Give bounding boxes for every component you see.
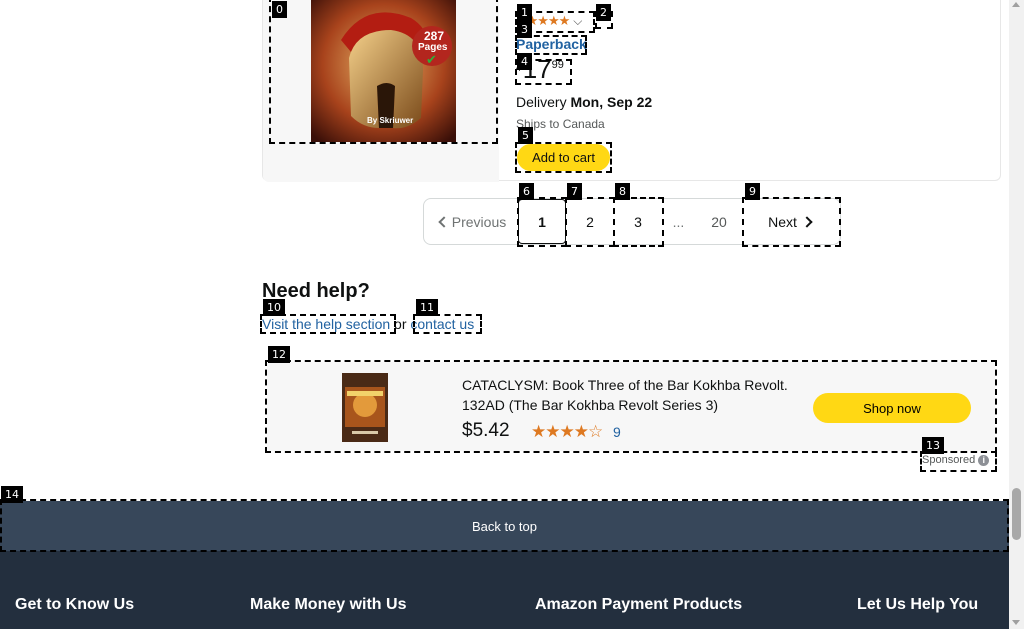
next-page-button[interactable]: Next bbox=[743, 199, 840, 244]
sponsored-ad[interactable]: CATACLYSM: Book Three of the Bar Kokhba … bbox=[267, 362, 995, 451]
checkmark-icon: ✔ bbox=[426, 52, 437, 67]
chevron-down-icon[interactable]: ⌵ bbox=[573, 14, 582, 29]
add-to-cart-button[interactable]: Add to cart bbox=[517, 144, 610, 171]
scroll-down-arrow-icon[interactable] bbox=[1012, 620, 1020, 625]
pagination: Previous 1 2 3 ... 20 Next bbox=[423, 198, 841, 245]
ad-star-rating-icon: ★★★★☆ bbox=[531, 422, 603, 441]
annotation-tag: 12 bbox=[268, 346, 290, 363]
footer-col-payment-products: Amazon Payment Products bbox=[535, 596, 743, 613]
format-link[interactable]: Paperback bbox=[516, 36, 587, 52]
sponsored-text: Sponsored bbox=[922, 454, 976, 466]
or-text: or bbox=[394, 316, 407, 332]
rating-widget[interactable]: ★★★★★ ⌵ bbox=[516, 13, 582, 29]
previous-page-button[interactable]: Previous bbox=[424, 199, 518, 244]
ad-book-cover[interactable] bbox=[342, 373, 388, 442]
previous-label: Previous bbox=[451, 213, 507, 230]
pages-badge-number: 287 bbox=[424, 29, 445, 43]
price-whole: 17 bbox=[522, 54, 552, 84]
delivery-info: Delivery Mon, Sep 22 bbox=[516, 94, 652, 110]
delivery-date: Mon, Sep 22 bbox=[570, 94, 653, 110]
pagination-ellipsis: ... bbox=[672, 213, 685, 230]
next-label: Next bbox=[768, 213, 797, 230]
ad-rating-count[interactable]: 9 bbox=[613, 424, 621, 440]
help-line: Visit the help section or contact us bbox=[262, 316, 474, 332]
info-icon: i bbox=[978, 454, 990, 466]
shop-now-button[interactable]: Shop now bbox=[813, 393, 971, 423]
cover-author: By Skriuwer bbox=[367, 116, 414, 125]
annotation-tag: 11 bbox=[416, 299, 438, 316]
page-1-button[interactable]: 1 bbox=[518, 199, 566, 244]
page-20-label: 20 bbox=[711, 213, 727, 230]
scroll-up-arrow-icon[interactable] bbox=[1012, 2, 1020, 7]
chevron-right-icon bbox=[801, 215, 813, 228]
footer-col-let-us-help: Let Us Help You bbox=[857, 596, 979, 613]
scrollbar-thumb[interactable] bbox=[1012, 488, 1021, 540]
price-symbol: $ bbox=[516, 59, 523, 73]
delivery-label: Delivery bbox=[516, 94, 567, 110]
ad-title[interactable]: CATACLYSM: Book Three of the Bar Kokhba … bbox=[462, 375, 802, 415]
need-help-heading: Need help? bbox=[262, 280, 370, 302]
product-image[interactable]: 287 Pages ✔ By Skriuwer bbox=[311, 0, 456, 142]
star-rating-icon: ★★★★★ bbox=[516, 13, 570, 28]
sponsored-label[interactable]: Sponsored i bbox=[922, 454, 990, 466]
page-3-button[interactable]: 3 bbox=[614, 199, 662, 244]
footer-col-get-to-know-us: Get to Know Us bbox=[15, 596, 135, 613]
page-2-button[interactable]: 2 bbox=[566, 199, 614, 244]
ad-price: $5.42 bbox=[462, 420, 510, 441]
back-to-top-button[interactable]: Back to top bbox=[0, 501, 1009, 551]
footer-col-make-money: Make Money with Us bbox=[250, 596, 407, 613]
price-fraction: 99 bbox=[551, 59, 564, 71]
ships-to-text: Ships to Canada bbox=[516, 117, 605, 131]
footer: Get to Know Us Make Money with Us Amazon… bbox=[0, 551, 1009, 629]
page-scrollbar[interactable] bbox=[1009, 0, 1024, 629]
contact-us-link[interactable]: contact us bbox=[410, 316, 474, 332]
product-price[interactable]: $ 17 99 bbox=[516, 56, 564, 82]
help-section-link[interactable]: Visit the help section bbox=[262, 316, 390, 332]
chevron-left-icon bbox=[438, 215, 450, 228]
